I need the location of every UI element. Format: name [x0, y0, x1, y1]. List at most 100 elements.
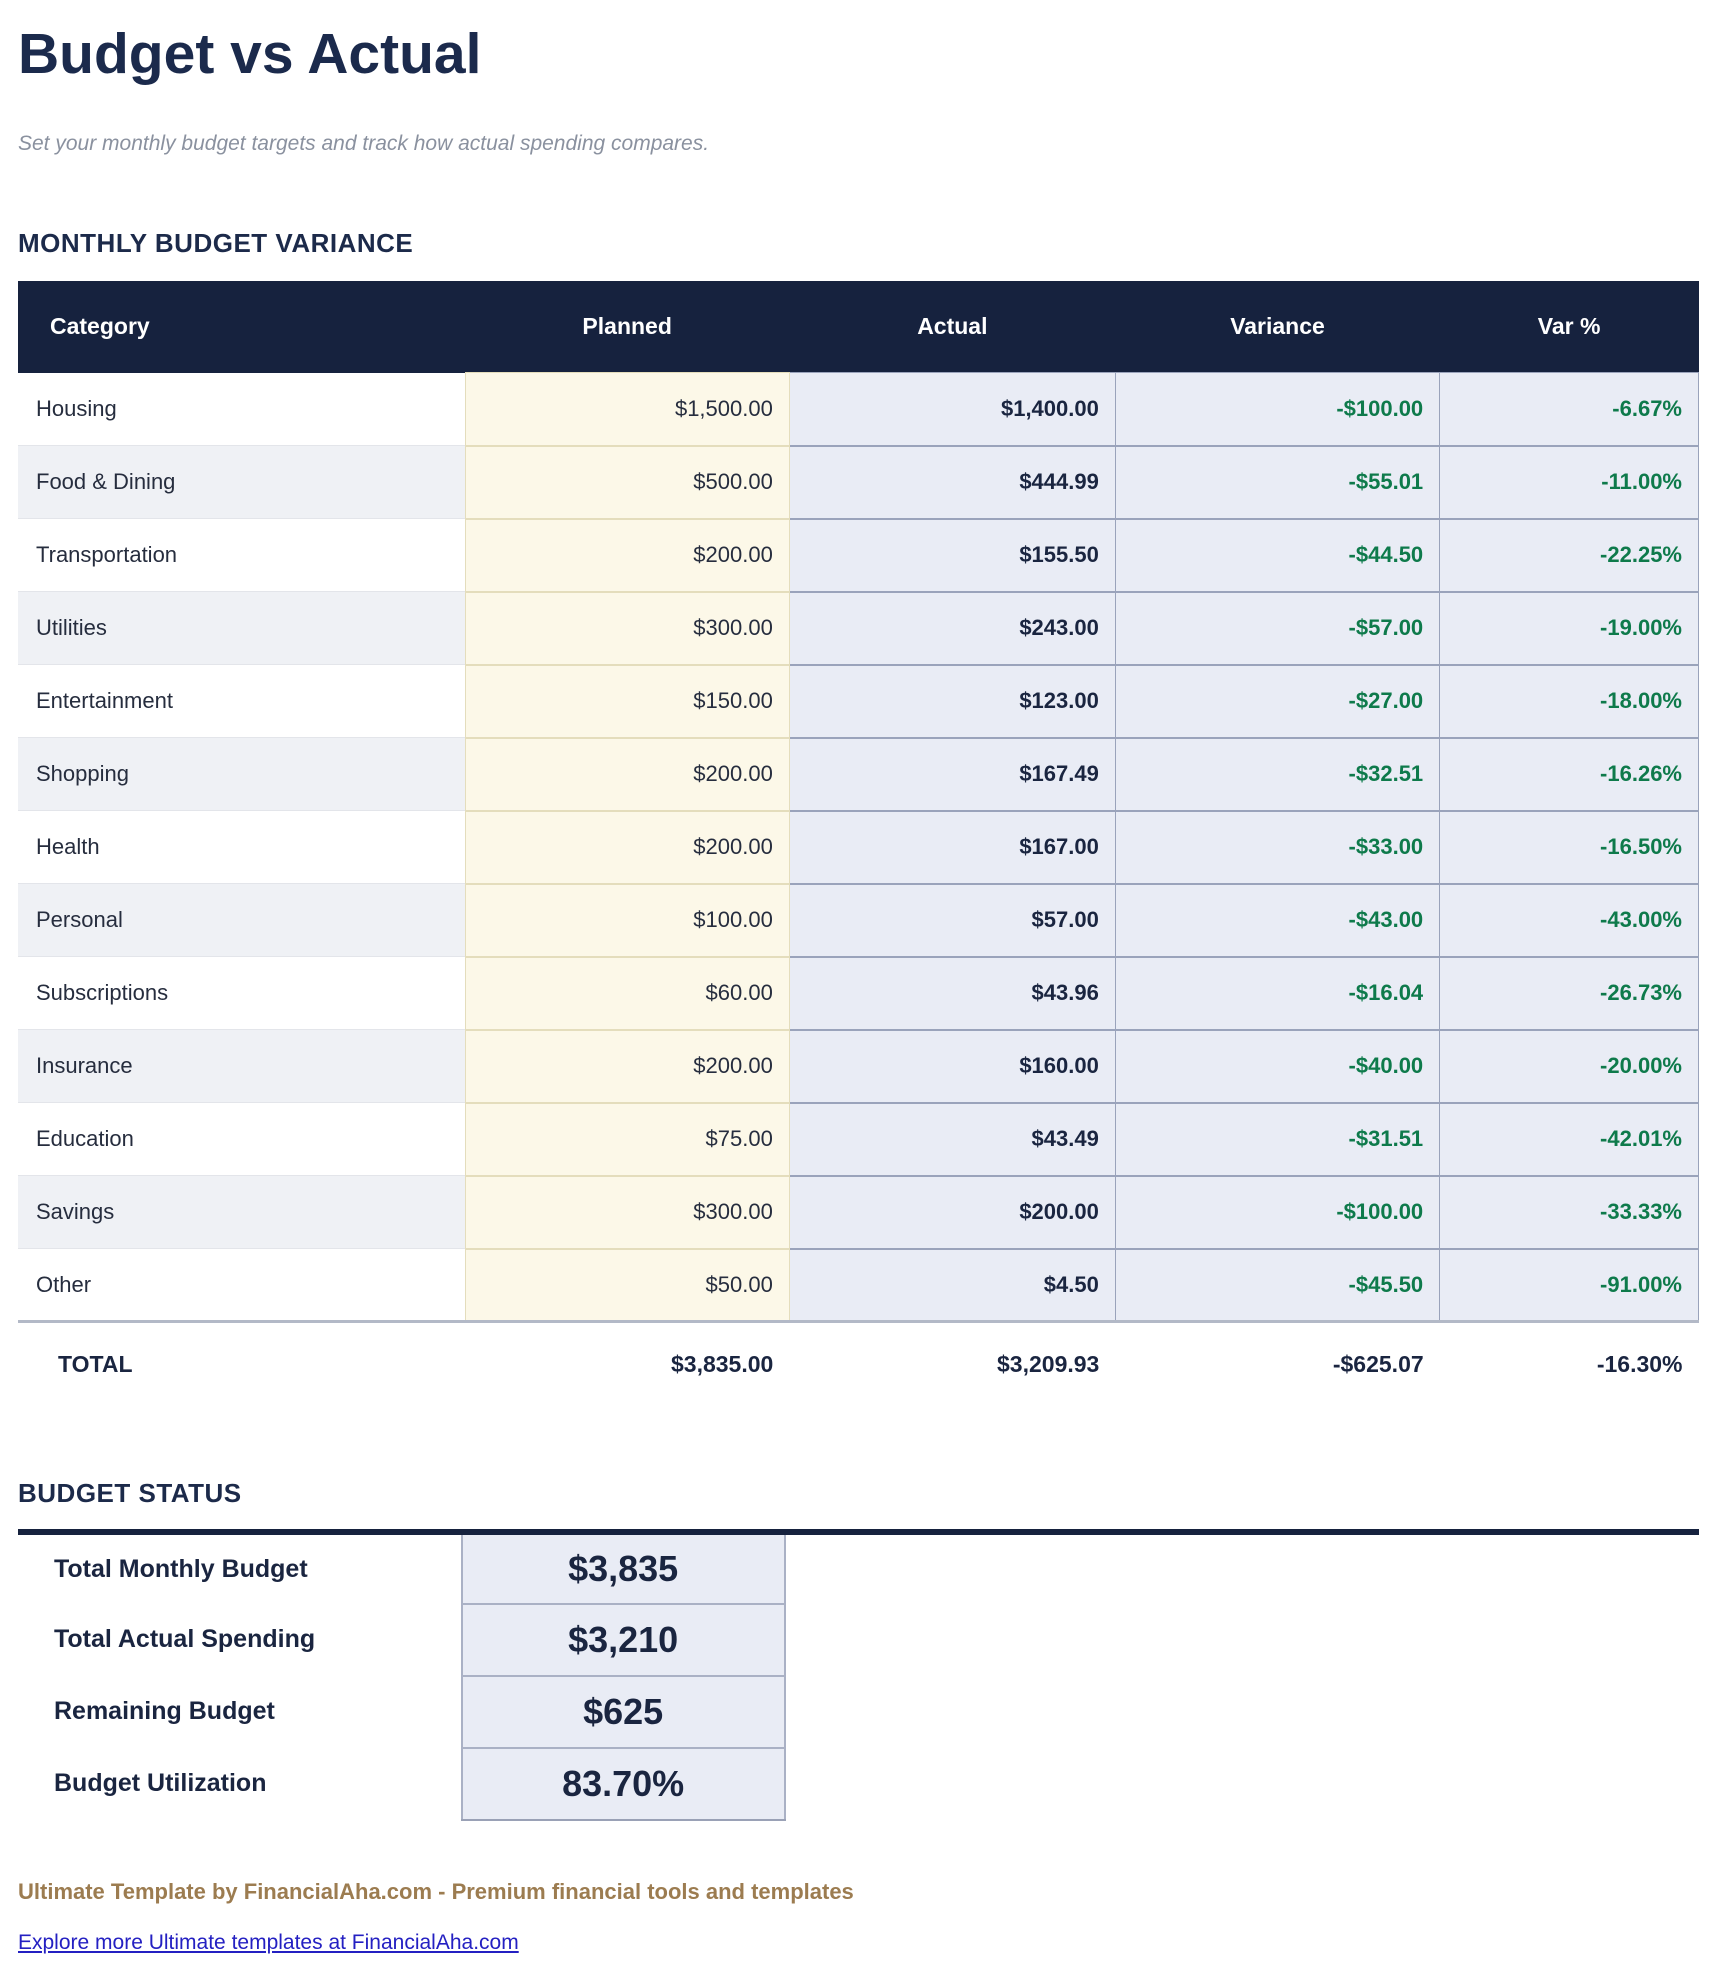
- category-cell: Subscriptions: [18, 957, 465, 1030]
- actual-cell: $243.00: [789, 592, 1115, 665]
- category-cell: Insurance: [18, 1030, 465, 1103]
- variance-cell: -$57.00: [1115, 592, 1439, 665]
- var-pct-cell: -43.00%: [1440, 884, 1699, 957]
- var-pct-cell: -22.25%: [1440, 519, 1699, 592]
- budget-vs-actual-page: Budget vs Actual Set your monthly budget…: [0, 0, 1719, 1985]
- variance-section-heading: MONTHLY BUDGET VARIANCE: [18, 228, 1699, 259]
- status-spacer-cell: [785, 1604, 1699, 1676]
- budget-status-row: Remaining Budget $625: [18, 1676, 1699, 1748]
- variance-table-body: Housing $1,500.00 $1,400.00 -$100.00 -6.…: [18, 373, 1699, 1322]
- page-subtitle: Set your monthly budget targets and trac…: [18, 132, 1699, 156]
- actual-cell: $444.99: [789, 446, 1115, 519]
- status-label-cell: Budget Utilization: [18, 1748, 462, 1820]
- var-pct-cell: -20.00%: [1440, 1030, 1699, 1103]
- var-pct-cell: -19.00%: [1440, 592, 1699, 665]
- category-cell: Housing: [18, 373, 465, 446]
- variance-cell: -$31.51: [1115, 1103, 1439, 1176]
- category-cell: Personal: [18, 884, 465, 957]
- status-value-cell: 83.70%: [462, 1748, 785, 1820]
- column-header-planned: Planned: [465, 281, 789, 373]
- total-label: TOTAL: [18, 1322, 465, 1406]
- category-cell: Food & Dining: [18, 446, 465, 519]
- variance-table-row: Other $50.00 $4.50 -$45.50 -91.00%: [18, 1249, 1699, 1322]
- planned-cell: $300.00: [465, 592, 789, 665]
- status-label-cell: Total Monthly Budget: [18, 1532, 462, 1604]
- actual-cell: $167.49: [789, 738, 1115, 811]
- planned-cell: $75.00: [465, 1103, 789, 1176]
- var-pct-cell: -11.00%: [1440, 446, 1699, 519]
- variance-cell: -$100.00: [1115, 1176, 1439, 1249]
- variance-cell: -$27.00: [1115, 665, 1439, 738]
- branding-text: Ultimate Template by FinancialAha.com - …: [18, 1879, 1699, 1905]
- actual-cell: $123.00: [789, 665, 1115, 738]
- category-cell: Utilities: [18, 592, 465, 665]
- status-value-cell: $3,835: [462, 1532, 785, 1604]
- category-cell: Transportation: [18, 519, 465, 592]
- var-pct-cell: -16.26%: [1440, 738, 1699, 811]
- category-cell: Shopping: [18, 738, 465, 811]
- variance-table-header: Category Planned Actual Variance Var %: [18, 281, 1699, 373]
- variance-table-row: Transportation $200.00 $155.50 -$44.50 -…: [18, 519, 1699, 592]
- total-var-pct-value: -16.30%: [1440, 1322, 1699, 1406]
- var-pct-cell: -16.50%: [1440, 811, 1699, 884]
- variance-cell: -$33.00: [1115, 811, 1439, 884]
- variance-table-row: Insurance $200.00 $160.00 -$40.00 -20.00…: [18, 1030, 1699, 1103]
- total-actual-value: $3,209.93: [789, 1322, 1115, 1406]
- column-header-var-pct: Var %: [1440, 281, 1699, 373]
- variance-cell: -$32.51: [1115, 738, 1439, 811]
- variance-cell: -$44.50: [1115, 519, 1439, 592]
- variance-table-row: Food & Dining $500.00 $444.99 -$55.01 -1…: [18, 446, 1699, 519]
- status-spacer-cell: [785, 1676, 1699, 1748]
- page-title: Budget vs Actual: [18, 22, 1699, 88]
- column-header-variance: Variance: [1115, 281, 1439, 373]
- variance-cell: -$40.00: [1115, 1030, 1439, 1103]
- total-planned-value: $3,835.00: [465, 1322, 789, 1406]
- category-cell: Health: [18, 811, 465, 884]
- actual-cell: $1,400.00: [789, 373, 1115, 446]
- variance-table-row: Education $75.00 $43.49 -$31.51 -42.01%: [18, 1103, 1699, 1176]
- planned-cell: $100.00: [465, 884, 789, 957]
- variance-cell: -$43.00: [1115, 884, 1439, 957]
- planned-cell: $200.00: [465, 738, 789, 811]
- variance-table-row: Utilities $300.00 $243.00 -$57.00 -19.00…: [18, 592, 1699, 665]
- financialaha-link[interactable]: Explore more Ultimate templates at Finan…: [18, 1931, 519, 1954]
- budget-status-body: Total Monthly Budget $3,835 Total Actual…: [18, 1532, 1699, 1820]
- actual-cell: $160.00: [789, 1030, 1115, 1103]
- variance-cell: -$100.00: [1115, 373, 1439, 446]
- status-section-heading: BUDGET STATUS: [18, 1478, 1699, 1509]
- status-spacer-cell: [785, 1748, 1699, 1820]
- total-row: TOTAL $3,835.00 $3,209.93 -$625.07 -16.3…: [18, 1322, 1699, 1406]
- planned-cell: $50.00: [465, 1249, 789, 1322]
- actual-cell: $43.49: [789, 1103, 1115, 1176]
- variance-table-row: Subscriptions $60.00 $43.96 -$16.04 -26.…: [18, 957, 1699, 1030]
- column-header-actual: Actual: [789, 281, 1115, 373]
- var-pct-cell: -18.00%: [1440, 665, 1699, 738]
- planned-cell: $150.00: [465, 665, 789, 738]
- actual-cell: $167.00: [789, 811, 1115, 884]
- planned-cell: $200.00: [465, 1030, 789, 1103]
- category-cell: Education: [18, 1103, 465, 1176]
- planned-cell: $200.00: [465, 811, 789, 884]
- variance-table-row: Shopping $200.00 $167.49 -$32.51 -16.26%: [18, 738, 1699, 811]
- budget-status-table: Total Monthly Budget $3,835 Total Actual…: [18, 1529, 1699, 1821]
- actual-cell: $200.00: [789, 1176, 1115, 1249]
- budget-status-row: Budget Utilization 83.70%: [18, 1748, 1699, 1820]
- var-pct-cell: -42.01%: [1440, 1103, 1699, 1176]
- variance-table-footer: TOTAL $3,835.00 $3,209.93 -$625.07 -16.3…: [18, 1322, 1699, 1406]
- actual-cell: $4.50: [789, 1249, 1115, 1322]
- variance-cell: -$16.04: [1115, 957, 1439, 1030]
- actual-cell: $155.50: [789, 519, 1115, 592]
- planned-cell: $500.00: [465, 446, 789, 519]
- variance-header-row: Category Planned Actual Variance Var %: [18, 281, 1699, 373]
- total-variance-value: -$625.07: [1115, 1322, 1439, 1406]
- status-value-cell: $625: [462, 1676, 785, 1748]
- planned-cell: $1,500.00: [465, 373, 789, 446]
- status-label-cell: Total Actual Spending: [18, 1604, 462, 1676]
- actual-cell: $43.96: [789, 957, 1115, 1030]
- footer-link-line: Explore more Ultimate templates at Finan…: [18, 1931, 1699, 1955]
- column-header-category: Category: [18, 281, 465, 373]
- var-pct-cell: -26.73%: [1440, 957, 1699, 1030]
- variance-table-row: Housing $1,500.00 $1,400.00 -$100.00 -6.…: [18, 373, 1699, 446]
- planned-cell: $200.00: [465, 519, 789, 592]
- status-label-cell: Remaining Budget: [18, 1676, 462, 1748]
